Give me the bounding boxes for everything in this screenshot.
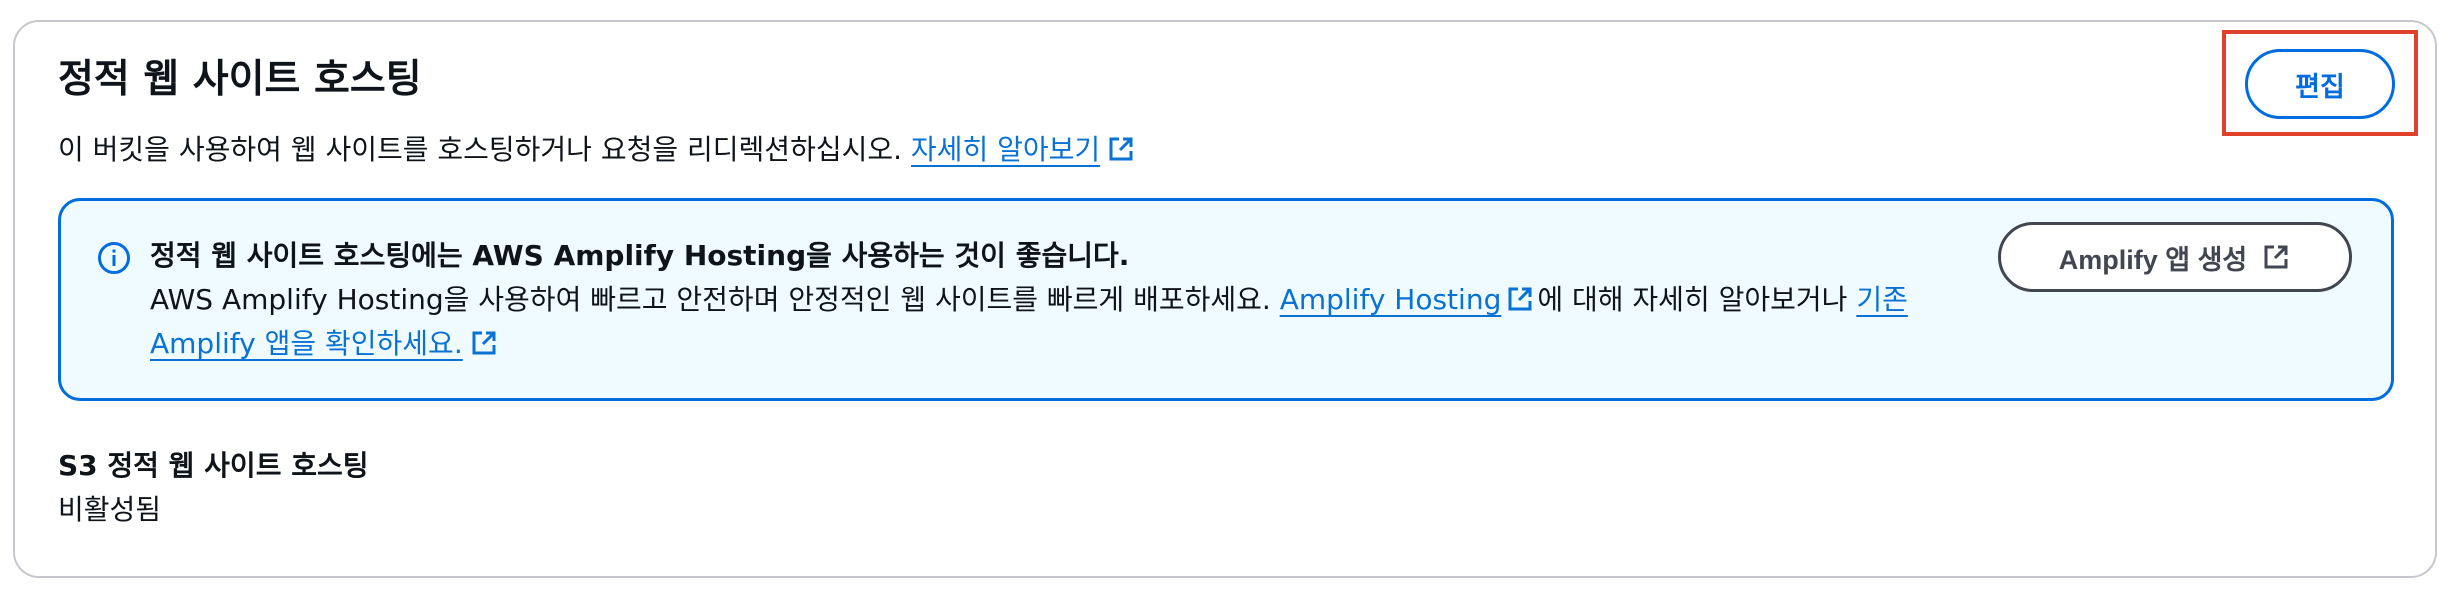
alert-body-text: AWS Amplify Hosting을 사용하여 빠르고 안전하며 안정적인 …	[150, 283, 1271, 316]
info-circle-icon	[96, 240, 132, 276]
external-link-icon	[469, 328, 499, 358]
alert-title: 정적 웹 사이트 호스팅에는 AWS Amplify Hosting을 사용하는…	[150, 239, 1130, 272]
external-link-icon	[1505, 284, 1535, 314]
create-amplify-app-label: Amplify 앱 생성	[2058, 244, 2248, 275]
edit-button[interactable]: 편집	[2245, 49, 2395, 119]
create-amplify-app-button[interactable]: Amplify 앱 생성	[1998, 222, 2352, 292]
amplify-hosting-link[interactable]: Amplify Hosting	[1280, 283, 1502, 316]
alert-body-middle-text: 에 대해 자세히 알아보거나	[1537, 283, 1848, 316]
external-link-icon	[2261, 242, 2291, 272]
hosting-status-value: 비활성됨	[58, 493, 162, 526]
section-title: 정적 웹 사이트 호스팅	[58, 57, 422, 102]
hosting-status-label: S3 정적 웹 사이트 호스팅	[58, 449, 369, 482]
alert-body: AWS Amplify Hosting을 사용하여 빠르고 안전하며 안정적인 …	[150, 278, 2010, 366]
external-link-icon	[1106, 134, 1136, 164]
section-description: 이 버킷을 사용하여 웹 사이트를 호스팅하거나 요청을 리디렉션하십시오. 자…	[58, 128, 1136, 172]
learn-more-link[interactable]: 자세히 알아보기	[911, 133, 1100, 166]
description-text: 이 버킷을 사용하여 웹 사이트를 호스팅하거나 요청을 리디렉션하십시오.	[58, 133, 903, 166]
